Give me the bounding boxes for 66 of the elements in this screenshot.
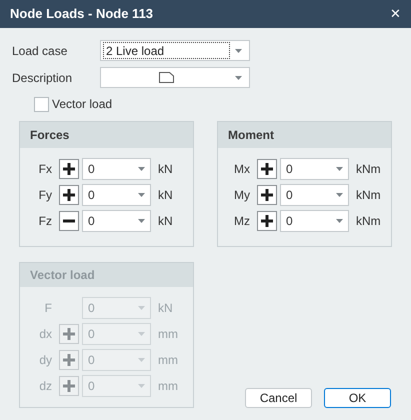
axis-label: Mz <box>233 213 251 230</box>
checkbox-label: Vector load <box>52 96 112 113</box>
axis-label: My <box>233 187 251 204</box>
unit-label: kN <box>157 300 173 317</box>
unit-label: kNm <box>355 161 381 178</box>
unit-label: mm <box>157 326 178 343</box>
dropdown-caret-icon <box>235 76 242 80</box>
plus-icon <box>261 215 273 227</box>
group-title: Moment <box>218 122 391 148</box>
dropdown-caret-icon <box>138 384 145 388</box>
axis-label: dz <box>38 378 53 395</box>
unit-label: kNm <box>355 187 381 204</box>
group-title: Vector load <box>20 263 193 287</box>
document-icon <box>159 72 174 83</box>
group-title: Forces <box>20 122 193 148</box>
value-dropdown[interactable]: 0 <box>82 184 151 206</box>
dialog-button[interactable]: Cancel <box>245 388 312 408</box>
dropdown-caret-icon <box>138 193 145 197</box>
axis-label: Mx <box>233 161 251 178</box>
field-label: Load case <box>12 42 68 60</box>
dropdown-caret-icon <box>235 48 242 52</box>
plus-icon <box>63 380 75 392</box>
sign-toggle-button[interactable] <box>59 185 79 205</box>
plus-icon <box>261 163 273 175</box>
dropdown-caret-icon <box>138 358 145 362</box>
value-dropdown[interactable]: 0 <box>280 210 349 232</box>
plus-icon <box>63 163 75 175</box>
dialog-button[interactable]: OK <box>324 388 391 408</box>
sign-toggle-button[interactable] <box>59 211 79 231</box>
sign-toggle-button[interactable] <box>257 211 277 231</box>
value-dropdown[interactable]: 0 <box>280 184 349 206</box>
unit-label: kN <box>157 213 173 230</box>
dropdown-caret-icon <box>336 167 343 171</box>
dropdown-caret-icon <box>336 219 343 223</box>
field-label: Description <box>12 70 74 86</box>
axis-label: Fy <box>38 187 53 204</box>
unit-label: kN <box>157 187 173 204</box>
unit-label: kNm <box>355 213 381 230</box>
dropdown-caret-icon <box>138 219 145 223</box>
sign-toggle-button[interactable] <box>257 159 277 179</box>
plus-icon <box>63 189 75 201</box>
dropdown-field[interactable] <box>100 67 250 88</box>
sign-toggle-button[interactable] <box>257 185 277 205</box>
dropdown-caret-icon <box>336 193 343 197</box>
window-title: Node Loads - Node 113 <box>10 5 154 24</box>
axis-label: Fx <box>38 161 53 178</box>
axis-label: dx <box>38 326 53 343</box>
value-dropdown[interactable]: 0 <box>280 158 349 180</box>
dropdown-caret-icon <box>138 332 145 336</box>
axis-label: F <box>44 300 53 317</box>
unit-label: mm <box>157 352 178 369</box>
sign-toggle-button[interactable] <box>59 159 79 179</box>
plus-icon <box>63 328 75 340</box>
plus-icon <box>63 354 75 366</box>
plus-icon <box>261 189 273 201</box>
axis-label: dy <box>38 352 53 369</box>
unit-label: mm <box>157 378 178 395</box>
value-dropdown[interactable]: 0 <box>82 210 151 232</box>
checkbox[interactable] <box>34 96 49 112</box>
axis-label: Fz <box>38 213 53 230</box>
value-dropdown[interactable]: 0 <box>82 158 151 180</box>
dropdown-caret-icon <box>138 306 145 310</box>
unit-label: kN <box>157 161 173 178</box>
dropdown-caret-icon <box>138 167 145 171</box>
close-button[interactable]: ✕ <box>390 4 401 24</box>
dropdown-field[interactable]: 2 Live load <box>100 40 250 61</box>
